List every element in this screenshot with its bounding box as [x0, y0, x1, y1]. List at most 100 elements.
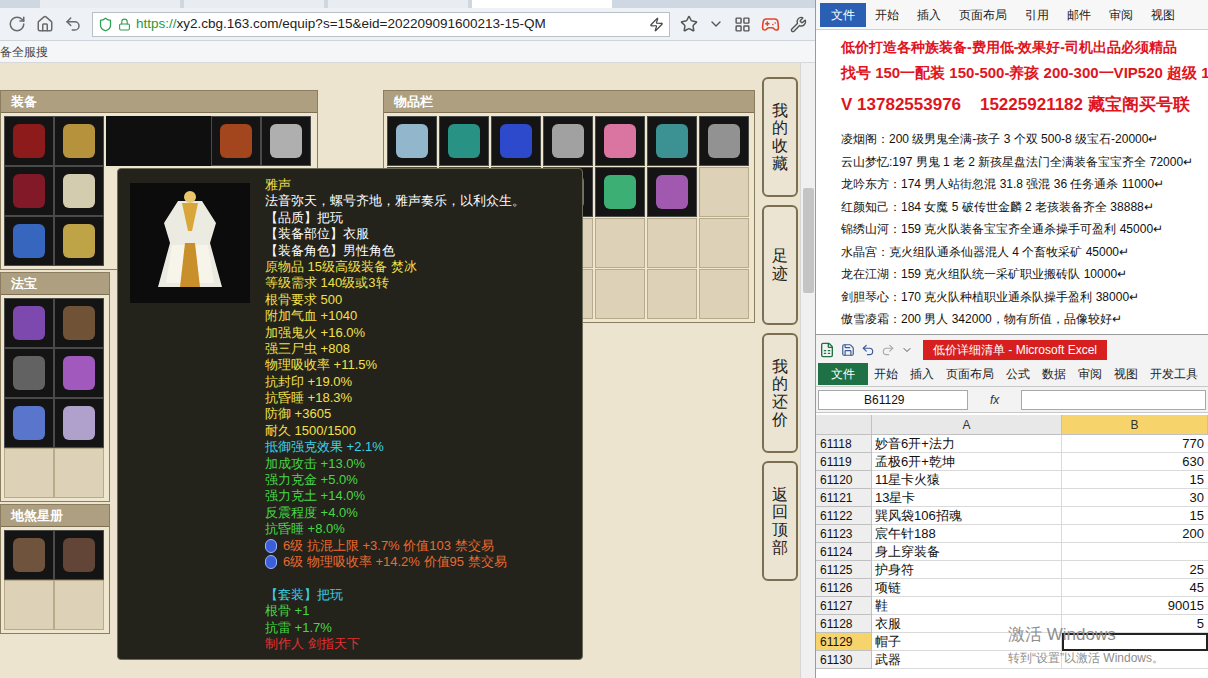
item-slot[interactable] — [543, 116, 593, 166]
cell[interactable]: 护身符 — [872, 561, 1062, 579]
browser-tab[interactable] — [472, 0, 612, 8]
item-slot[interactable] — [4, 348, 54, 398]
row-number[interactable]: 61122 — [816, 507, 872, 525]
ribbon-tab[interactable]: 页面布局 — [940, 363, 1000, 385]
row-number[interactable]: 61120 — [816, 471, 872, 489]
gamepad-icon[interactable] — [761, 15, 780, 34]
url-field[interactable]: https://xy2.cbg.163.com/equip?s=15&eid=2… — [92, 12, 670, 37]
sheet-row[interactable]: 61126项链45 — [816, 579, 1208, 597]
item-slot[interactable] — [54, 216, 104, 266]
ribbon-tab[interactable]: 开始 — [866, 3, 908, 27]
refresh-icon[interactable] — [8, 15, 26, 33]
item-slot[interactable] — [211, 116, 261, 166]
sheet-row[interactable]: 61118妙音6开+法力770 — [816, 435, 1208, 453]
item-slot[interactable] — [4, 166, 54, 216]
ribbon-tab[interactable]: 邮件 — [1058, 3, 1100, 27]
ribbon-tab[interactable]: 公式 — [1000, 363, 1036, 385]
item-slot[interactable] — [54, 398, 104, 448]
sheet-row[interactable]: 6112011星卡火猿15 — [816, 471, 1208, 489]
side-button[interactable]: 足迹 — [762, 205, 798, 325]
bookmark-item[interactable]: 备全服搜 — [0, 43, 48, 61]
undo-icon[interactable] — [861, 343, 875, 357]
ribbon-tab[interactable]: 文件 — [818, 363, 868, 385]
cell[interactable]: 770 — [1062, 435, 1208, 453]
item-slot[interactable] — [4, 398, 54, 448]
ribbon-tab[interactable]: 审阅 — [1100, 3, 1142, 27]
column-header[interactable]: B — [1062, 415, 1208, 435]
ribbon-tab[interactable]: 文件 — [820, 3, 866, 27]
ribbon-tab[interactable]: 审阅 — [1072, 363, 1108, 385]
row-number[interactable]: 61121 — [816, 489, 872, 507]
fx-button[interactable]: fx — [976, 391, 1013, 409]
sheet-row[interactable]: 61124身上穿装备 — [816, 543, 1208, 561]
formula-input[interactable] — [1021, 390, 1206, 410]
row-number[interactable]: 61123 — [816, 525, 872, 543]
side-button[interactable]: 我的收藏 — [762, 77, 798, 197]
star-icon[interactable] — [680, 15, 698, 33]
browser-tab[interactable] — [40, 0, 180, 8]
sheet-row[interactable]: 6112113星卡30 — [816, 489, 1208, 507]
save-icon[interactable] — [841, 343, 855, 357]
browser-tab[interactable] — [184, 0, 324, 8]
ribbon-tab[interactable]: 视图 — [1142, 3, 1184, 27]
row-number[interactable]: 61129 — [816, 633, 872, 651]
sheet-row[interactable]: 61127鞋90015 — [816, 597, 1208, 615]
row-number[interactable]: 61118 — [816, 435, 872, 453]
cell[interactable] — [1062, 543, 1208, 561]
cell[interactable]: 巽风袋106招魂 — [872, 507, 1062, 525]
tools-icon[interactable] — [790, 16, 807, 33]
cell[interactable]: 孟极6开+乾坤 — [872, 453, 1062, 471]
home-icon[interactable] — [36, 15, 54, 33]
cell[interactable]: 30 — [1062, 489, 1208, 507]
row-number[interactable]: 61125 — [816, 561, 872, 579]
item-slot[interactable] — [54, 166, 104, 216]
speed-icon[interactable] — [649, 17, 664, 32]
item-slot[interactable] — [261, 116, 311, 166]
item-slot[interactable] — [4, 298, 54, 348]
item-slot[interactable] — [54, 298, 104, 348]
item-slot[interactable] — [595, 116, 645, 166]
item-slot[interactable] — [4, 530, 54, 580]
ribbon-tab[interactable]: 引用 — [1016, 3, 1058, 27]
sheet-row[interactable]: 61123宸午针188200 — [816, 525, 1208, 543]
cell[interactable]: 15 — [1062, 471, 1208, 489]
ribbon-tab[interactable]: 视图 — [1108, 363, 1144, 385]
item-slot[interactable] — [4, 216, 54, 266]
cell[interactable]: 45 — [1062, 579, 1208, 597]
item-slot[interactable] — [54, 116, 104, 166]
name-box[interactable]: B61129 — [818, 390, 968, 410]
row-number[interactable]: 61128 — [816, 615, 872, 633]
scrollbar[interactable] — [800, 63, 815, 678]
cell[interactable]: 630 — [1062, 453, 1208, 471]
cell[interactable]: 妙音6开+法力 — [872, 435, 1062, 453]
scroll-thumb[interactable] — [803, 188, 814, 293]
item-slot[interactable] — [647, 116, 697, 166]
cell[interactable]: 15 — [1062, 507, 1208, 525]
item-slot[interactable] — [647, 167, 697, 217]
side-button[interactable]: 返回顶部 — [762, 461, 798, 581]
ribbon-tab[interactable]: 插入 — [908, 3, 950, 27]
item-slot[interactable] — [491, 116, 541, 166]
ribbon-tab[interactable]: 数据 — [1036, 363, 1072, 385]
cell[interactable]: 13星卡 — [872, 489, 1062, 507]
sheet-row[interactable]: 61125护身符25 — [816, 561, 1208, 579]
cell[interactable]: 25 — [1062, 561, 1208, 579]
row-number[interactable]: 61119 — [816, 453, 872, 471]
sheet-row[interactable]: 61122巽风袋106招魂15 — [816, 507, 1208, 525]
redo-icon[interactable] — [881, 343, 895, 357]
item-slot[interactable] — [699, 116, 749, 166]
cell[interactable]: 11星卡火猿 — [872, 471, 1062, 489]
item-slot[interactable] — [54, 530, 104, 580]
sheet-row[interactable]: 61119孟极6开+乾坤630 — [816, 453, 1208, 471]
column-header[interactable]: A — [872, 415, 1062, 435]
ribbon-tab[interactable]: 页面布局 — [950, 3, 1016, 27]
ribbon-tab[interactable]: 开始 — [868, 363, 904, 385]
row-number[interactable]: 61124 — [816, 543, 872, 561]
item-slot[interactable] — [439, 116, 489, 166]
item-slot[interactable] — [4, 116, 54, 166]
row-number[interactable]: 61130 — [816, 651, 872, 669]
cell[interactable]: 宸午针188 — [872, 525, 1062, 543]
side-button[interactable]: 我的还价 — [762, 333, 798, 453]
corner-cell[interactable] — [816, 415, 872, 435]
row-number[interactable]: 61126 — [816, 579, 872, 597]
